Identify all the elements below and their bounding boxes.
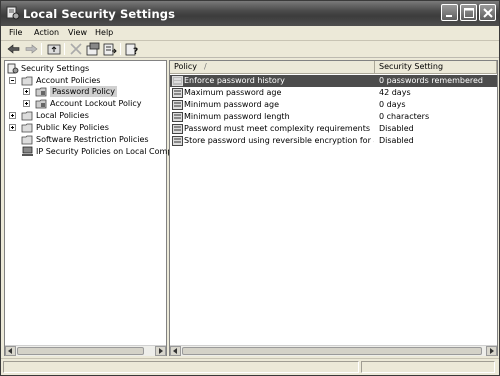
details-pane[interactable]: Policy / Security Setting Enforce passwo… bbox=[169, 60, 498, 356]
menu-help[interactable]: Help bbox=[95, 28, 113, 37]
setting-cell: Disabled bbox=[379, 124, 414, 133]
collapse-icon[interactable] bbox=[9, 77, 16, 84]
column-header-policy[interactable]: Policy / bbox=[170, 61, 375, 74]
policy-cell: Enforce password history bbox=[184, 76, 285, 85]
delete-icon[interactable] bbox=[68, 42, 84, 56]
tree-root-label: Security Settings bbox=[21, 64, 90, 73]
scroll-right-button[interactable] bbox=[155, 346, 166, 356]
tree-item-label: Account Policies bbox=[36, 76, 101, 85]
menu-action[interactable]: Action bbox=[34, 28, 59, 37]
status-segment bbox=[361, 361, 495, 373]
policy-cell: Store password using reversible encrypti… bbox=[184, 136, 374, 145]
setting-cell: 0 days bbox=[379, 100, 406, 109]
setting-cell: 0 passwords remembered bbox=[379, 76, 483, 85]
policy-cell: Password must meet complexity requiremen… bbox=[184, 124, 371, 133]
forward-arrow-icon[interactable] bbox=[23, 42, 39, 56]
table-row[interactable]: Minimum password age 0 days bbox=[170, 99, 497, 111]
scroll-thumb[interactable] bbox=[182, 347, 482, 355]
scroll-left-button[interactable] bbox=[170, 346, 181, 356]
expand-icon[interactable] bbox=[9, 112, 16, 119]
tree-pane[interactable]: Security Settings Account Policies Passw… bbox=[4, 60, 189, 356]
computer-icon bbox=[21, 146, 34, 159]
setting-cell: 42 days bbox=[379, 88, 411, 97]
table-row[interactable]: Password must meet complexity requiremen… bbox=[170, 123, 497, 135]
maximize-button[interactable] bbox=[460, 4, 477, 21]
export-list-icon[interactable] bbox=[102, 42, 118, 56]
tree-item-label: IP Security Policies on Local Computer bbox=[36, 147, 189, 156]
menu-bar: File Action View Help bbox=[1, 26, 499, 41]
tree-item-label: Password Policy bbox=[50, 86, 117, 97]
maximize-icon bbox=[464, 8, 474, 18]
policy-cell: Maximum password age bbox=[184, 88, 282, 97]
toolbar: ? bbox=[1, 41, 499, 58]
status-segment bbox=[3, 361, 359, 373]
scroll-left-button[interactable] bbox=[5, 346, 16, 356]
main-window: Local Security Settings File Action View… bbox=[0, 0, 500, 376]
tree-item-password-policy[interactable]: Password Policy bbox=[7, 86, 117, 97]
chevron-left-icon bbox=[8, 348, 12, 354]
close-icon bbox=[483, 8, 493, 18]
policy-cell: Minimum password age bbox=[184, 100, 280, 109]
tree-item-label: Local Policies bbox=[36, 111, 89, 120]
setting-cell: 0 characters bbox=[379, 112, 430, 121]
tree-item-label: Software Restriction Policies bbox=[36, 135, 149, 144]
table-row[interactable]: Maximum password age 42 days bbox=[170, 87, 497, 99]
scroll-thumb[interactable] bbox=[17, 347, 144, 355]
expand-icon[interactable] bbox=[9, 124, 16, 131]
tree-horizontal-scrollbar[interactable] bbox=[5, 345, 166, 356]
expand-icon[interactable] bbox=[23, 88, 30, 95]
svg-text:?: ? bbox=[133, 47, 138, 56]
minimize-icon bbox=[446, 15, 452, 17]
status-bar bbox=[1, 358, 499, 375]
help-icon[interactable]: ? bbox=[124, 42, 140, 57]
table-row[interactable]: Enforce password history 0 passwords rem… bbox=[170, 75, 497, 87]
tree-item-label: Account Lockout Policy bbox=[50, 99, 142, 108]
policy-cell: Minimum password length bbox=[184, 112, 290, 121]
properties-icon[interactable] bbox=[85, 42, 101, 56]
chevron-left-icon bbox=[173, 348, 177, 354]
minimize-button[interactable] bbox=[441, 4, 458, 21]
title-bar[interactable]: Local Security Settings bbox=[1, 1, 499, 26]
sort-indicator-icon: / bbox=[204, 62, 207, 71]
chevron-right-icon bbox=[490, 348, 494, 354]
back-arrow-icon[interactable] bbox=[6, 42, 22, 56]
expand-icon[interactable] bbox=[23, 100, 30, 107]
column-header-security-setting[interactable]: Security Setting bbox=[375, 61, 497, 74]
policy-icon bbox=[172, 136, 183, 150]
security-settings-icon bbox=[7, 63, 19, 76]
table-row[interactable]: Minimum password length 0 characters bbox=[170, 111, 497, 123]
column-header-label: Security Setting bbox=[379, 62, 444, 71]
menu-view[interactable]: View bbox=[68, 28, 87, 37]
close-button[interactable] bbox=[479, 4, 496, 21]
table-row[interactable]: Store password using reversible encrypti… bbox=[170, 135, 497, 147]
chevron-right-icon bbox=[159, 348, 163, 354]
scroll-right-button[interactable] bbox=[486, 346, 497, 356]
up-folder-icon[interactable] bbox=[46, 42, 62, 56]
setting-cell: Disabled bbox=[379, 136, 414, 145]
security-settings-icon bbox=[6, 6, 20, 23]
tree-item-label: Public Key Policies bbox=[36, 123, 109, 132]
column-header-label: Policy bbox=[174, 62, 198, 71]
menu-file[interactable]: File bbox=[9, 28, 22, 37]
window-title: Local Security Settings bbox=[23, 7, 176, 21]
details-horizontal-scrollbar[interactable] bbox=[170, 345, 497, 356]
